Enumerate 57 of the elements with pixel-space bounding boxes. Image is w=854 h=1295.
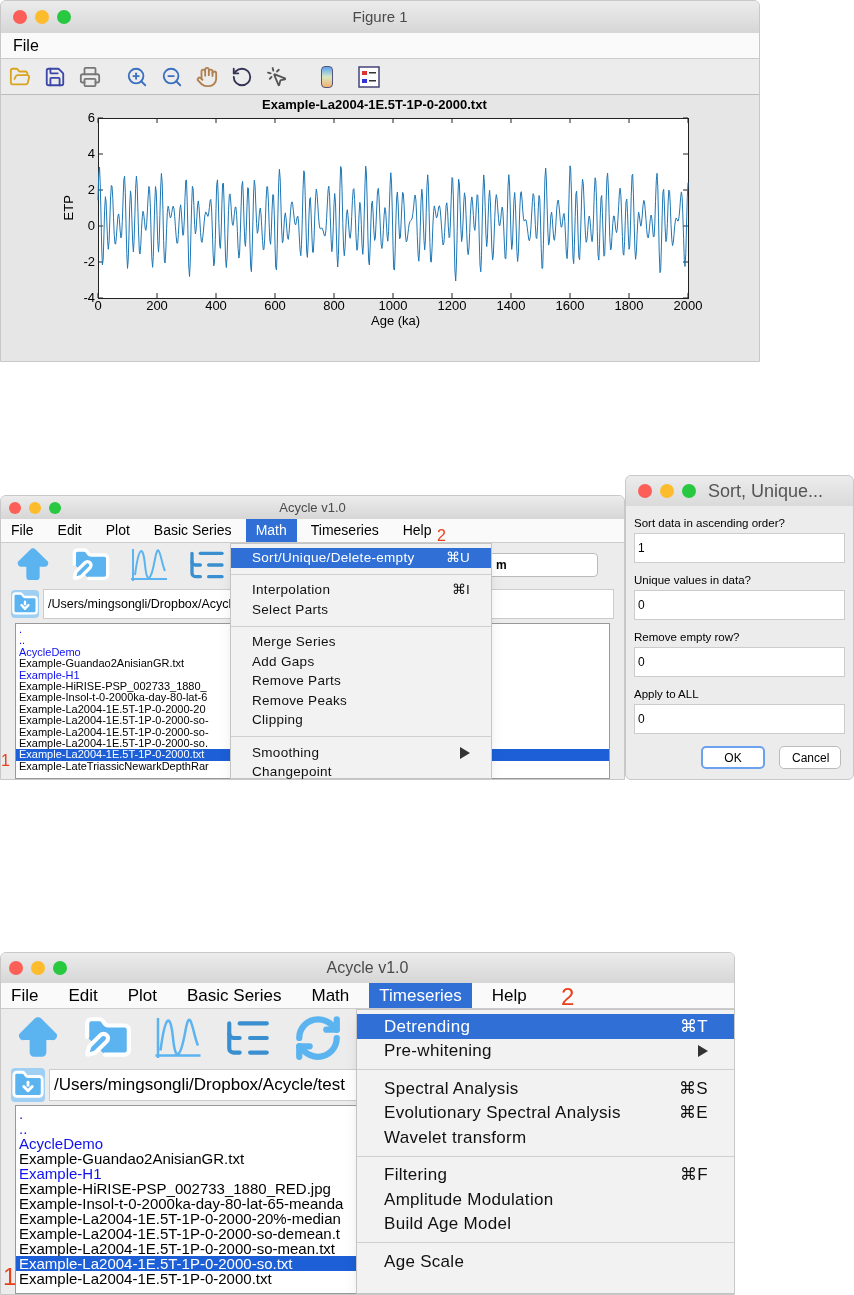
annotation-number: 1 <box>3 1265 17 1289</box>
menu-option-label: Spectral Analysis <box>384 1077 519 1100</box>
menu-option-label: Smoothing <box>252 743 320 762</box>
shortcut-label: ⌘T <box>680 1015 708 1038</box>
window-title: Acycle v1.0 <box>279 498 346 517</box>
y-tick-label: -2 <box>83 255 95 269</box>
x-tick-label: 600 <box>264 299 286 313</box>
x-tick-label: 200 <box>146 299 168 313</box>
shortcut-label: ⌘U <box>445 548 470 567</box>
y-tick-label: 2 <box>87 183 95 197</box>
shortcut-label: ⌘E <box>679 1102 708 1124</box>
window-title: Sort, Unique... <box>708 479 824 503</box>
field-label: Sort data in ascending order? <box>634 516 786 530</box>
menu-option-label: Remove Parts <box>252 672 342 691</box>
menu-option-label: Wavelet transform <box>384 1126 527 1149</box>
x-tick-label: 1600 <box>555 299 585 313</box>
y-tick-label: -4 <box>83 291 95 305</box>
annotation-number: 2 <box>437 528 446 544</box>
x-tick-label: 400 <box>205 299 227 313</box>
menu-option-label: Age Scale <box>384 1250 465 1273</box>
window-title: Acycle v1.0 <box>326 958 409 978</box>
menu-option-label: Amplitude Modulation <box>384 1188 554 1211</box>
window-title: Figure 1 <box>352 6 408 27</box>
field-label: Remove empty row? <box>634 630 741 644</box>
y-tick-label: 4 <box>87 147 95 161</box>
menu-option-label: Changepoint <box>252 763 332 779</box>
menu-option-label: Clipping <box>252 711 304 730</box>
field-label: Apply to ALL <box>634 687 700 701</box>
y-tick-label: 6 <box>87 111 95 125</box>
y-axis-label: ETP <box>60 195 78 221</box>
plot-title: Example-La2004-1E.5T-1P-0-2000.txt <box>262 97 487 113</box>
menu-option-label: Sort/Unique/Delete-empty <box>252 548 415 567</box>
x-tick-label: 800 <box>323 299 345 313</box>
menu-option-label: Pre-whitening <box>384 1040 492 1062</box>
menu-option-label: Remove Peaks <box>252 691 348 710</box>
x-tick-label: 1200 <box>437 299 467 313</box>
menu-option-label: Interpolation <box>252 581 331 600</box>
x-tick-label: 2000 <box>673 299 703 313</box>
x-tick-label: 1400 <box>496 299 526 313</box>
menu-option-label: Select Parts <box>252 600 329 619</box>
field-label: Unique values in data? <box>634 573 752 587</box>
x-tick-label: 1800 <box>614 299 644 313</box>
shortcut-label: ⌘S <box>679 1077 708 1100</box>
menu-option-label: Filtering <box>384 1164 448 1186</box>
menu-option-label: Detrending <box>384 1015 471 1038</box>
menu-option-label: Build Age Model <box>384 1213 512 1235</box>
x-tick-label: 1000 <box>378 299 408 313</box>
shortcut-label: ⌘I <box>451 581 470 600</box>
menu-option-label: Merge Series <box>252 633 336 652</box>
menu-option-label: Evolutionary Spectral Analysis <box>384 1102 621 1124</box>
x-tick-label: 0 <box>94 299 102 313</box>
x-axis-label: Age (ka) <box>371 313 421 328</box>
y-tick-label: 0 <box>87 219 95 233</box>
annotation-number: 1 <box>1 752 10 770</box>
menu-option-label: Add Gaps <box>252 652 315 671</box>
annotation-number: 2 <box>561 985 575 1009</box>
shortcut-label: ⌘F <box>680 1164 708 1186</box>
